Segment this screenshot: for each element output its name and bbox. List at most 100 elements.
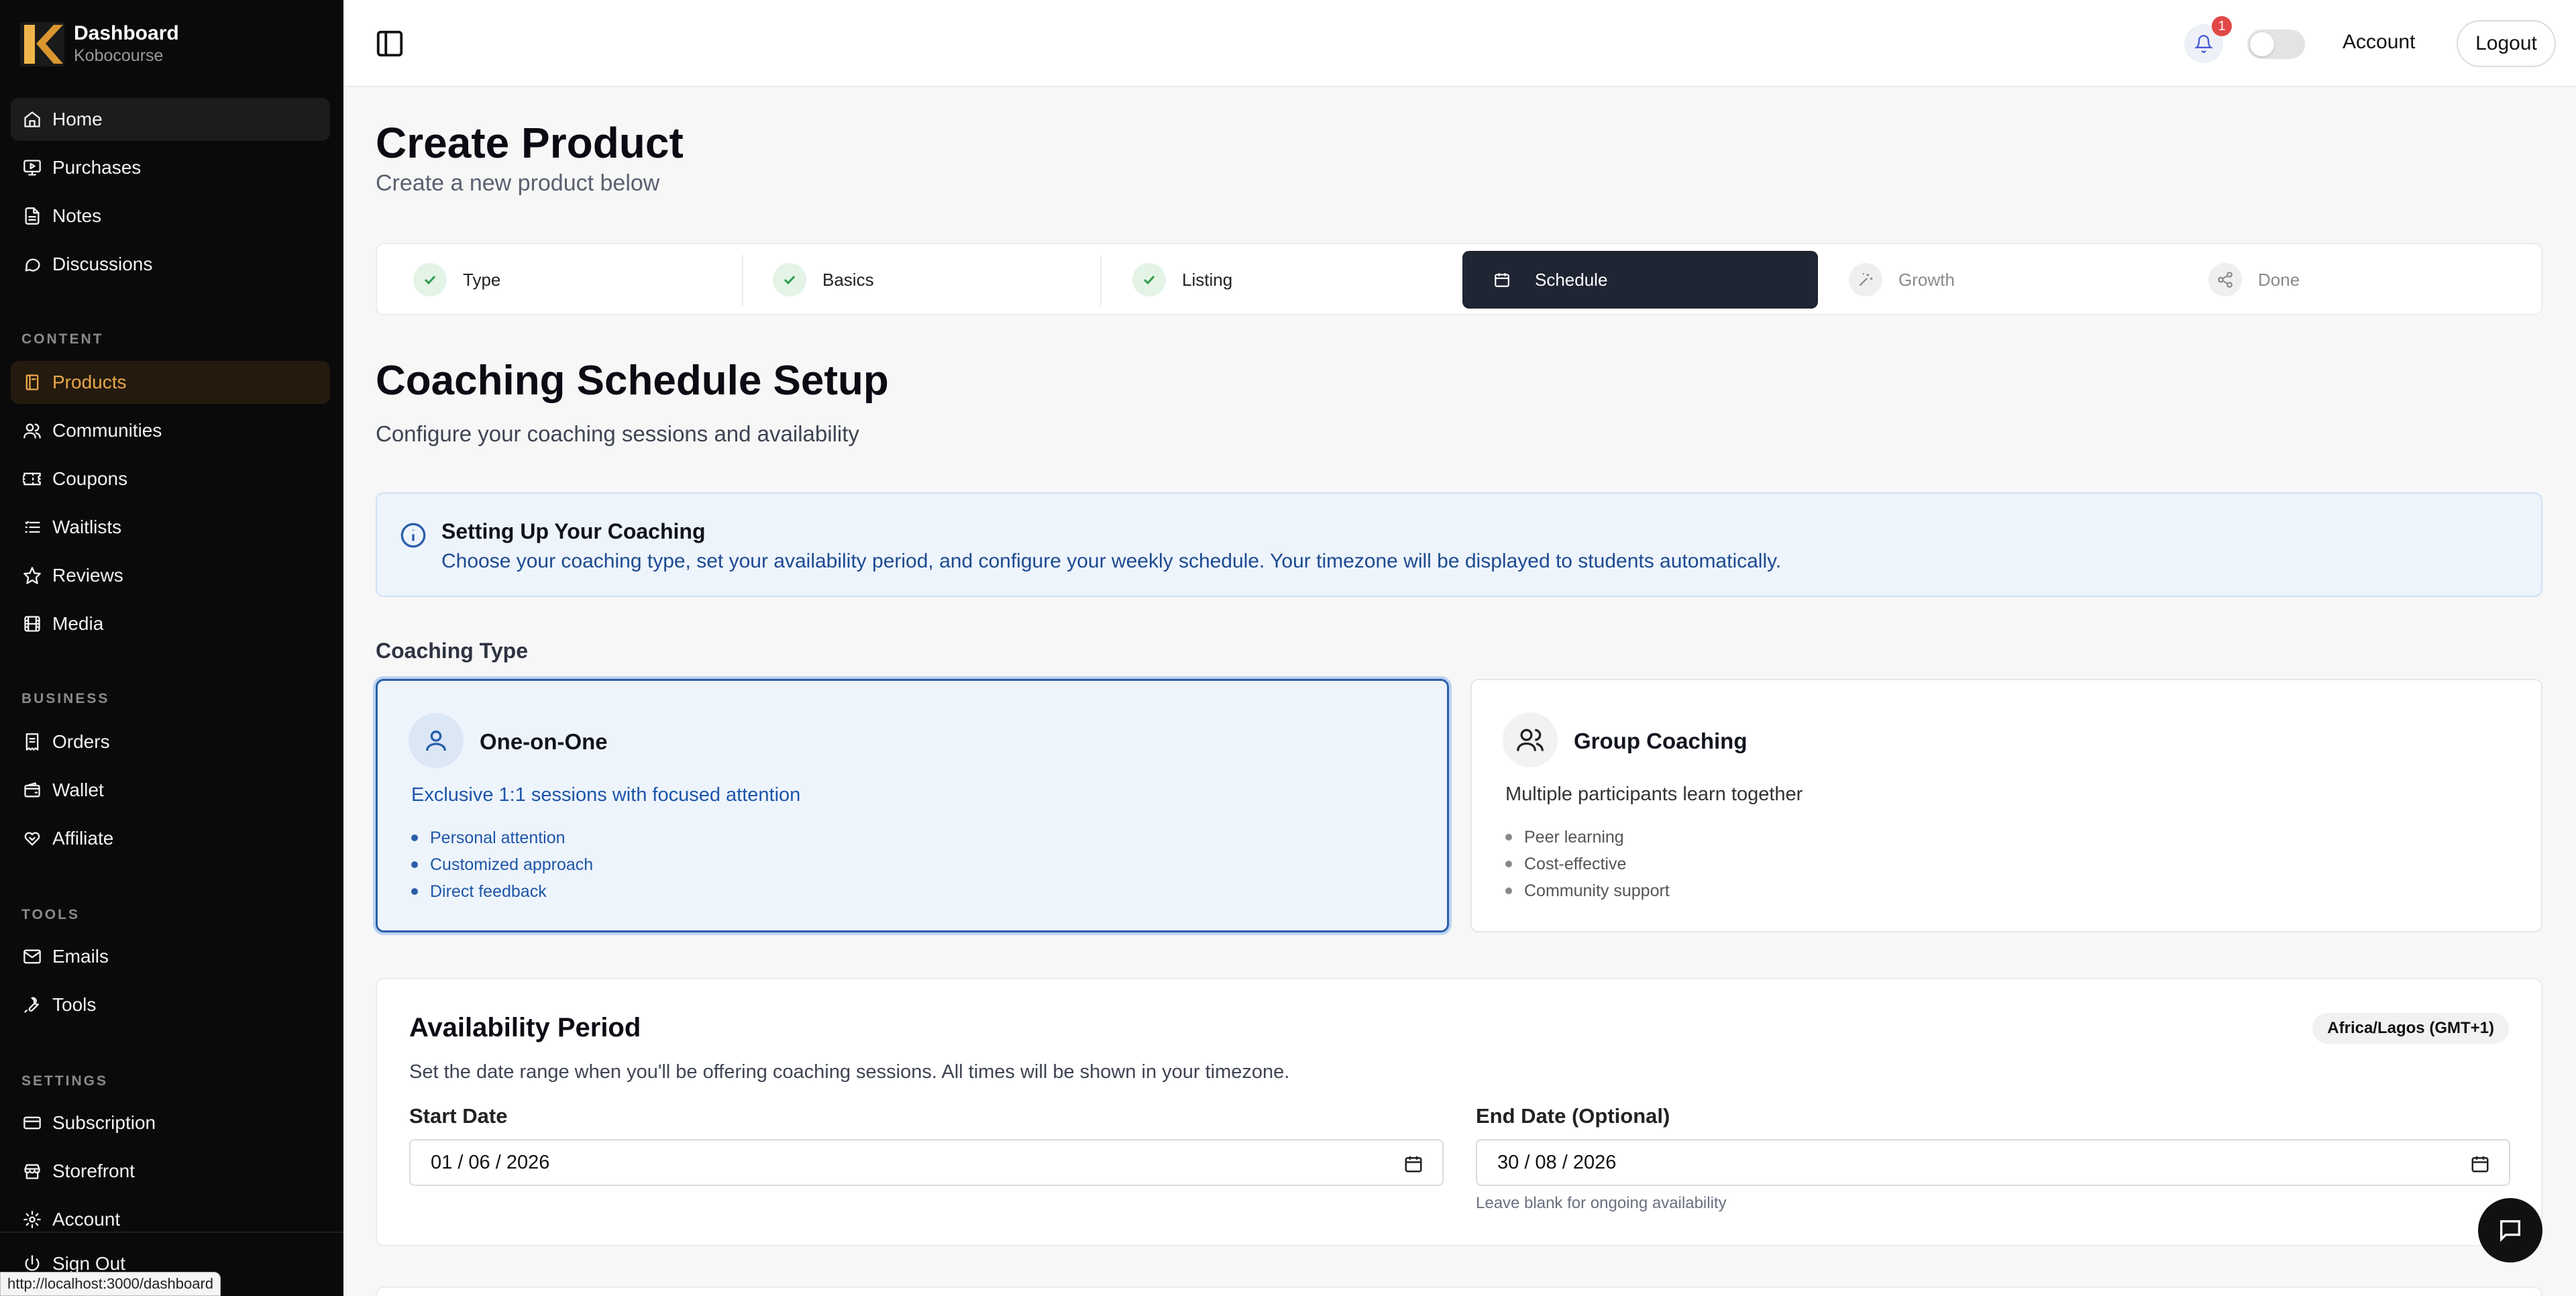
credit-card-icon <box>23 1114 42 1132</box>
check-icon <box>413 263 447 296</box>
topbar: 1 Account Logout <box>343 0 2576 87</box>
calendar-icon <box>1485 263 1519 296</box>
page-title: Create Product <box>376 119 684 167</box>
option-features: Personal attention Customized approach D… <box>411 824 593 905</box>
availability-period-card: Availability Period Africa/Lagos (GMT+1)… <box>376 978 2542 1246</box>
step-growth[interactable]: Growth <box>1826 251 2175 309</box>
receipt-icon <box>23 733 42 751</box>
sidebar-item-notes[interactable]: Notes <box>11 195 330 237</box>
availability-title: Availability Period <box>409 1013 641 1042</box>
toggle-knob <box>2250 32 2274 56</box>
page-subtitle: Create a new product below <box>376 170 660 196</box>
sidebar-section-business: BUSINESS <box>21 691 110 706</box>
ticket-icon <box>23 470 42 488</box>
step-separator <box>1100 255 1102 306</box>
coaching-type-label: Coaching Type <box>376 639 528 663</box>
start-date-input[interactable]: 01 / 06 / 2026 <box>409 1139 1444 1186</box>
wallet-icon <box>23 781 42 800</box>
sidebar-item-label: Products <box>52 372 127 392</box>
sidebar-item-account[interactable]: Account <box>11 1198 330 1241</box>
sidebar-item-coupons[interactable]: Coupons <box>11 457 330 500</box>
chat-button[interactable] <box>2478 1198 2542 1262</box>
end-date-label: End Date (Optional) <box>1476 1104 1670 1128</box>
sidebar-section-settings: SETTINGS <box>21 1073 109 1089</box>
home-icon <box>23 110 42 129</box>
sidebar-item-home[interactable]: Home <box>11 98 330 141</box>
book-icon <box>23 373 42 392</box>
step-listing[interactable]: Listing <box>1110 251 1458 309</box>
sidebar-item-orders[interactable]: Orders <box>11 720 330 763</box>
gear-icon <box>23 1210 42 1229</box>
power-icon <box>23 1254 42 1273</box>
step-basics[interactable]: Basics <box>750 251 1099 309</box>
users-icon <box>1503 712 1558 767</box>
feature-item: Cost-effective <box>1505 851 1670 877</box>
sidebar-item-media[interactable]: Media <box>11 602 330 645</box>
end-date-input[interactable]: 30 / 08 / 2026 <box>1476 1139 2510 1186</box>
info-text: Choose your coaching type, set your avai… <box>441 550 1782 572</box>
step-label: Listing <box>1182 269 1233 290</box>
kobocourse-logo <box>20 22 64 66</box>
mail-icon <box>23 947 42 966</box>
feature-item: Personal attention <box>411 824 593 851</box>
sidebar-section-content: CONTENT <box>21 331 104 347</box>
sidebar-toggle-icon[interactable] <box>374 28 405 59</box>
film-icon <box>23 614 42 633</box>
info-title: Setting Up Your Coaching <box>441 519 706 543</box>
list-icon <box>23 518 42 537</box>
section-subtitle: Configure your coaching sessions and ava… <box>376 421 859 446</box>
account-link[interactable]: Account <box>2343 31 2415 54</box>
brand[interactable]: Dashboard Kobocourse <box>20 19 179 70</box>
file-text-icon <box>23 207 42 225</box>
sidebar-item-emails[interactable]: Emails <box>11 935 330 978</box>
sidebar-item-waitlists[interactable]: Waitlists <box>11 506 330 549</box>
sidebar-item-label: Discussions <box>52 254 153 274</box>
sidebar-item-label: Orders <box>52 731 110 752</box>
sidebar-item-subscription[interactable]: Subscription <box>11 1101 330 1144</box>
next-section-card <box>376 1287 2542 1296</box>
option-title: Group Coaching <box>1574 728 1748 753</box>
step-type[interactable]: Type <box>390 251 739 309</box>
sidebar-item-reviews[interactable]: Reviews <box>11 554 330 597</box>
logout-button[interactable]: Logout <box>2457 20 2556 67</box>
sidebar-item-label: Notes <box>52 205 102 226</box>
theme-toggle[interactable] <box>2247 30 2305 59</box>
sidebar-item-storefront[interactable]: Storefront <box>11 1150 330 1193</box>
step-separator <box>742 255 743 306</box>
sidebar-item-discussions[interactable]: Discussions <box>11 243 330 286</box>
feature-item: Community support <box>1505 877 1670 904</box>
sidebar-item-communities[interactable]: Communities <box>11 409 330 452</box>
sidebar-item-tools[interactable]: Tools <box>11 983 330 1026</box>
brand-subtitle: Kobocourse <box>74 46 164 65</box>
sidebar-item-label: Wallet <box>52 779 104 800</box>
sidebar-item-label: Tools <box>52 994 97 1015</box>
sidebar: Dashboard Kobocourse Home Purchases Note… <box>0 0 343 1296</box>
sidebar-item-affiliate[interactable]: Affiliate <box>11 817 330 860</box>
sidebar-item-label: Home <box>52 109 103 129</box>
sidebar-item-label: Storefront <box>52 1160 135 1181</box>
sidebar-item-products[interactable]: Products <box>11 361 330 404</box>
step-label: Schedule <box>1535 269 1608 290</box>
calendar-icon[interactable] <box>1403 1154 1424 1174</box>
step-schedule[interactable]: Schedule <box>1462 251 1818 309</box>
product-stepper: Type Basics Listing Schedule Growth Done <box>376 243 2542 315</box>
feature-item: Customized approach <box>411 851 593 878</box>
step-label: Growth <box>1898 269 1955 290</box>
end-date-help: Leave blank for ongoing availability <box>1476 1194 1727 1212</box>
section-title: Coaching Schedule Setup <box>376 358 889 404</box>
start-date-label: Start Date <box>409 1104 508 1128</box>
info-icon <box>400 523 426 548</box>
availability-subtitle: Set the date range when you'll be offeri… <box>409 1061 1290 1083</box>
sidebar-item-purchases[interactable]: Purchases <box>11 146 330 189</box>
brand-title: Dashboard <box>74 22 179 44</box>
sidebar-section-tools: TOOLS <box>21 907 80 922</box>
sidebar-item-label: Communities <box>52 420 162 441</box>
coaching-option-group[interactable]: Group Coaching Multiple participants lea… <box>1470 679 2542 932</box>
sidebar-item-wallet[interactable]: Wallet <box>11 769 330 812</box>
feature-item: Direct feedback <box>411 878 593 905</box>
sidebar-item-label: Subscription <box>52 1112 156 1133</box>
calendar-icon[interactable] <box>2470 1154 2490 1174</box>
step-done[interactable]: Done <box>2186 251 2534 309</box>
step-label: Type <box>463 269 501 290</box>
coaching-option-one-on-one[interactable]: One-on-One Exclusive 1:1 sessions with f… <box>376 679 1449 932</box>
